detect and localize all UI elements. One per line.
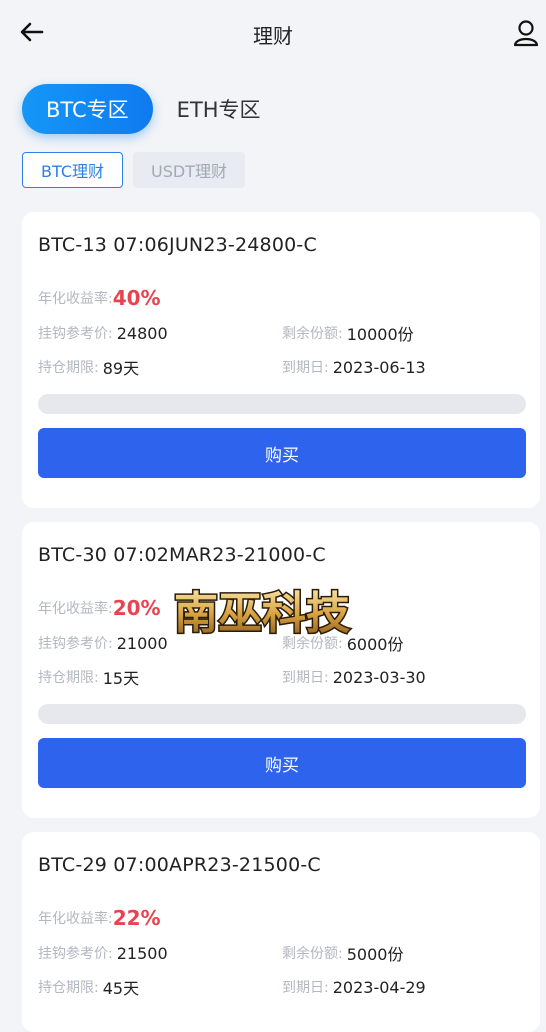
product-name: BTC-29 07:00APR23-21500-C (38, 854, 321, 876)
ref-price-value: 21500 (116, 943, 168, 963)
product-name: BTC-30 07:02MAR23-21000-C (38, 544, 326, 566)
ref-price-label: 挂钩参考价: (38, 946, 113, 962)
top-bar: 理财 (0, 0, 546, 68)
rate-value: 40% (112, 286, 161, 310)
subtab-usdt-finance[interactable]: USDT理财 (133, 152, 245, 188)
period-label: 持仓期限: (38, 360, 99, 376)
product-card: BTC-30 07:02MAR23-21000-C 年化收益率: 20% 挂钩参… (22, 522, 540, 818)
rate-label: 年化收益率: (38, 911, 113, 927)
tab-btc-zone[interactable]: BTC专区 (22, 84, 153, 134)
expiry-label: 到期日: (282, 980, 329, 996)
remaining-label: 剩余份额: (282, 946, 343, 962)
user-icon[interactable] (512, 18, 542, 48)
arrow-left-icon[interactable] (18, 18, 46, 46)
buy-button[interactable]: 购买 (38, 428, 526, 478)
progress-bar (38, 394, 526, 414)
product-name: BTC-13 07:06JUN23-24800-C (38, 234, 317, 256)
product-details: 挂钩参考价: 24800 剩余份额: 10000份 持仓期限: 89天 到期日: 202… (38, 320, 526, 380)
expiry-value: 2023-04-29 (332, 977, 426, 997)
expiry-label: 到期日: (282, 670, 329, 686)
expiry-value: 2023-06-13 (332, 357, 426, 377)
ref-price-label: 挂钩参考价: (38, 636, 113, 652)
tab-eth-zone[interactable]: ETH专区 (153, 84, 285, 134)
ref-price-label: 挂钩参考价: (38, 326, 113, 342)
rate-label: 年化收益率: (38, 291, 113, 307)
rate-value: 20% (112, 596, 161, 620)
remaining-value: 5000份 (346, 945, 404, 964)
period-label: 持仓期限: (38, 670, 99, 686)
page-title: 理财 (253, 23, 293, 48)
rate-row: 年化收益率: 40% (38, 284, 526, 312)
period-label: 持仓期限: (38, 980, 99, 996)
zone-tabs: BTC专区 ETH专区 (22, 84, 285, 134)
period-value: 89天 (102, 359, 140, 378)
watermark-text: 南巫科技 (174, 588, 350, 639)
remaining-value: 10000份 (346, 325, 414, 344)
product-details: 挂钩参考价: 21500 剩余份额: 5000份 持仓期限: 45天 到期日: 2023… (38, 940, 526, 1000)
ref-price-value: 24800 (116, 323, 168, 343)
product-card: BTC-29 07:00APR23-21500-C 年化收益率: 22% 挂钩参… (22, 832, 540, 1032)
subtab-btc-finance[interactable]: BTC理财 (22, 152, 123, 188)
watermark-logo: 南巫科技 (173, 587, 352, 641)
rate-value: 22% (112, 906, 161, 930)
expiry-value: 2023-03-30 (332, 667, 426, 687)
period-value: 45天 (102, 979, 140, 998)
period-value: 15天 (102, 669, 140, 688)
product-subtabs: BTC理财 USDT理财 (22, 152, 245, 188)
rate-row: 年化收益率: 22% (38, 904, 526, 932)
expiry-label: 到期日: (282, 360, 329, 376)
progress-bar (38, 704, 526, 724)
ref-price-value: 21000 (116, 633, 168, 653)
rate-label: 年化收益率: (38, 601, 113, 617)
product-card: BTC-13 07:06JUN23-24800-C 年化收益率: 40% 挂钩参… (22, 212, 540, 508)
remaining-label: 剩余份额: (282, 326, 343, 342)
buy-button[interactable]: 购买 (38, 738, 526, 788)
